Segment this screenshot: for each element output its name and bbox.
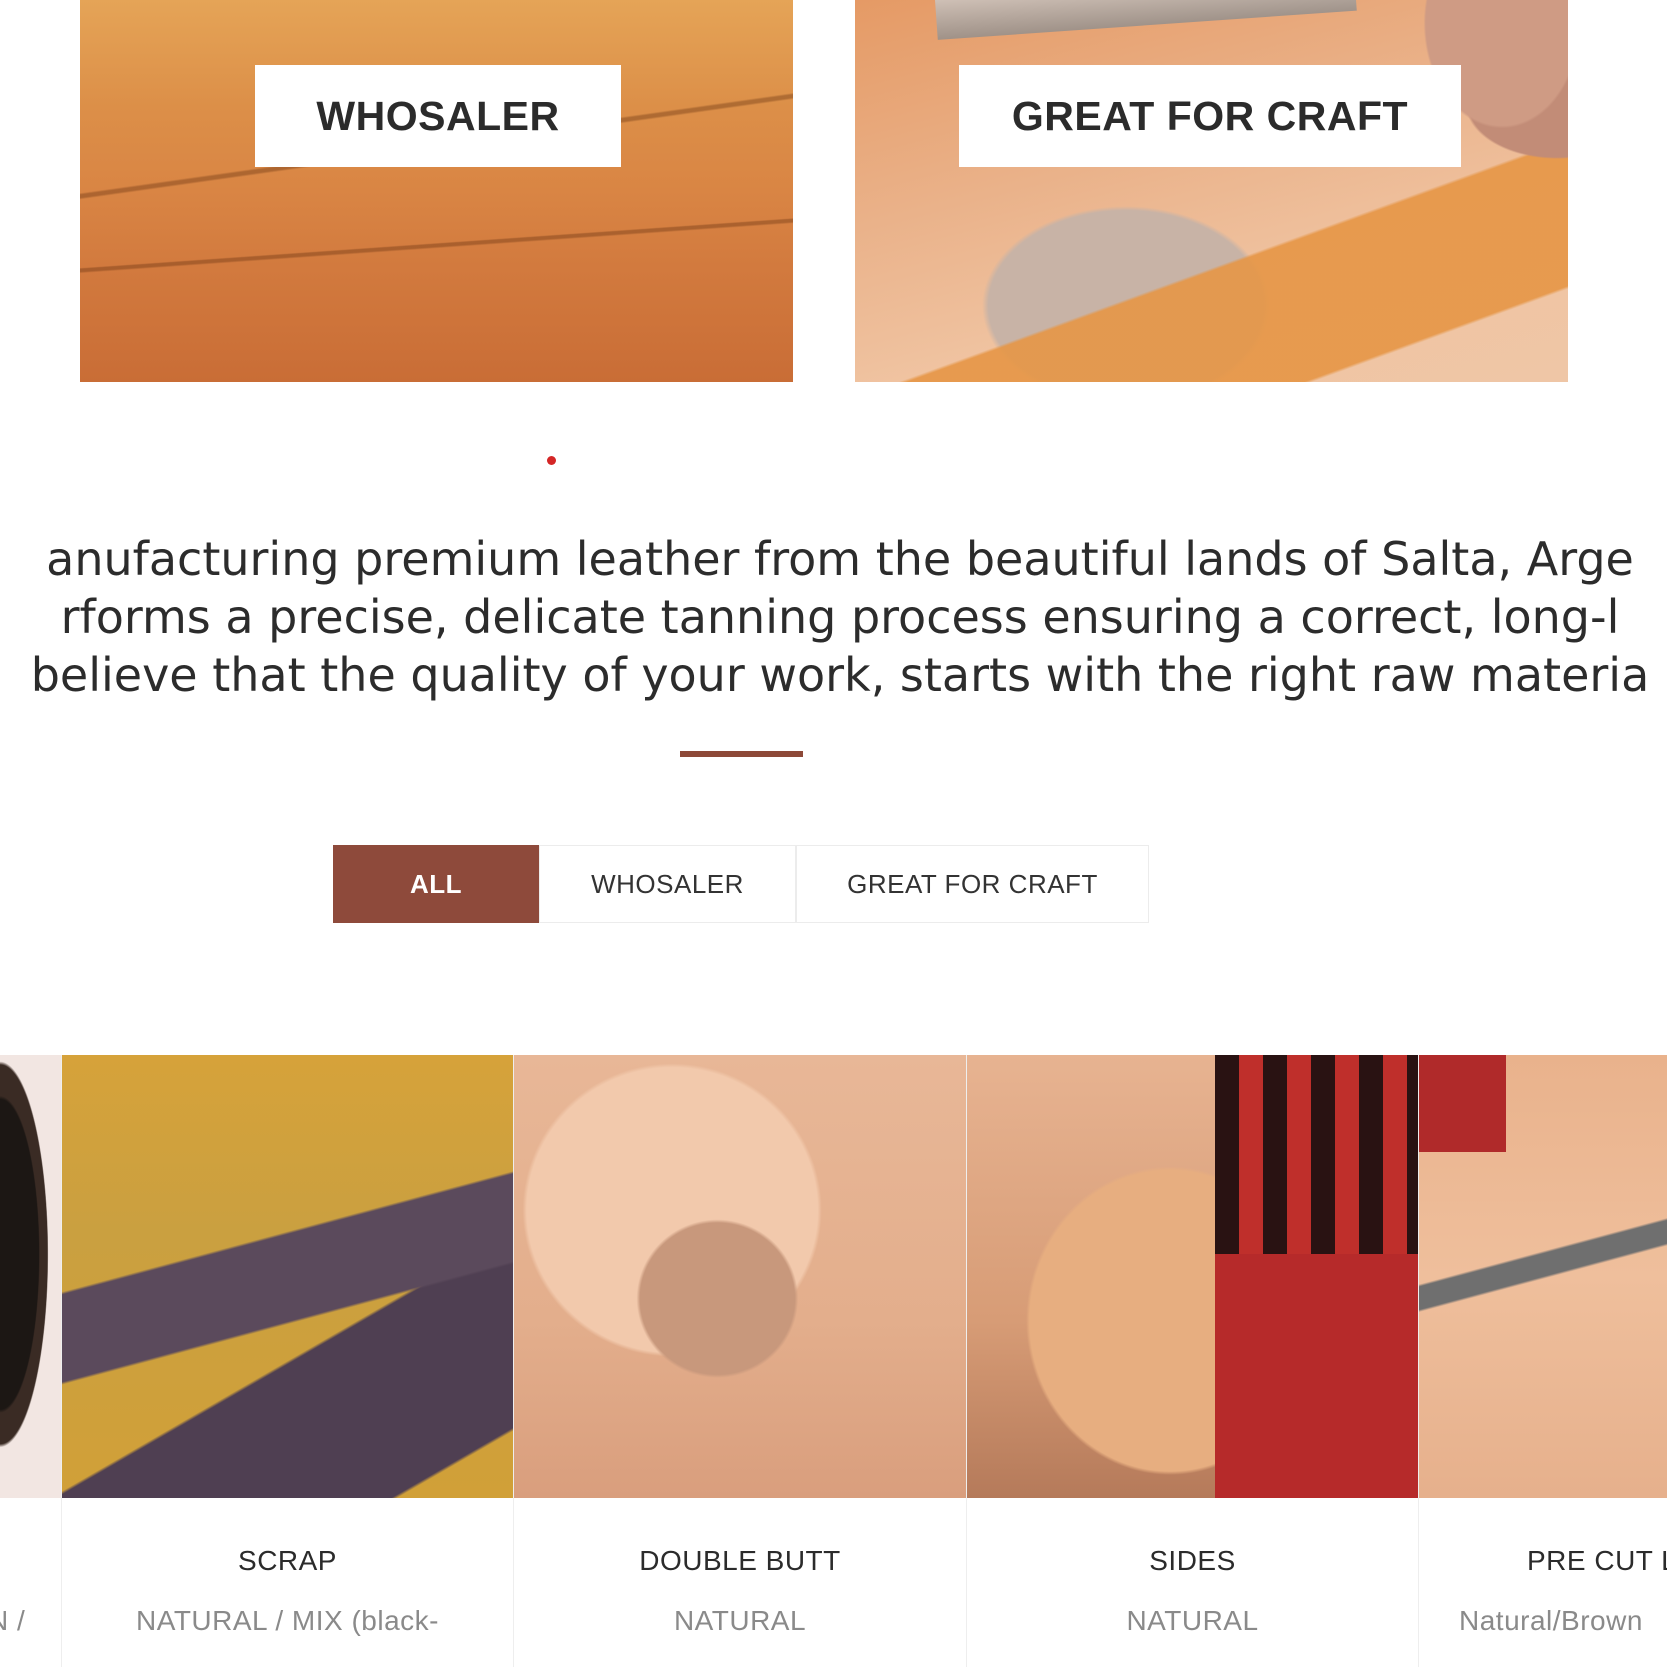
product-card-double-butt[interactable]: DOUBLE BUTT NATURAL [514, 1055, 967, 1667]
product-card-sides[interactable]: SIDES NATURAL [967, 1055, 1419, 1667]
banner-whosaler[interactable]: WHOSALER [80, 0, 793, 382]
intro-text: anufacturing premium leather from the be… [0, 530, 1667, 704]
filter-whosaler-button[interactable]: WHOSALER [539, 845, 796, 923]
intro-line-2: rforms a precise, delicate tanning proce… [60, 590, 1620, 644]
intro-line-3: believe that the quality of your work, s… [30, 648, 1650, 702]
product-card-pre-cut[interactable]: PRE CUT LI Natural/Brown [1419, 1055, 1667, 1667]
product-subtitle-sides: NATURAL [1126, 1605, 1259, 1636]
banner-whosaler-label: WHOSALER [255, 65, 621, 167]
carousel-dot[interactable] [547, 456, 556, 465]
product-image-double-butt[interactable] [514, 1055, 966, 1498]
product-image-pre-cut[interactable] [1419, 1055, 1667, 1498]
product-card[interactable]: N / [0, 1055, 62, 1667]
product-name-sides[interactable]: SIDES [967, 1545, 1418, 1577]
product-image-sides[interactable] [967, 1055, 1418, 1498]
banner-great-for-craft-label: GREAT FOR CRAFT [959, 65, 1461, 167]
filter-great-for-craft-button[interactable]: GREAT FOR CRAFT [796, 845, 1149, 923]
product-subtitle-pre-cut: Natural/Brown [1459, 1605, 1643, 1636]
product-subtitle-double-butt: NATURAL [673, 1605, 807, 1636]
category-filters: ALL WHOSALER GREAT FOR CRAFT [333, 845, 1149, 923]
product-subtitle-scrap: NATURAL / MIX (black- [136, 1605, 439, 1636]
product-image-scrap[interactable] [62, 1055, 513, 1498]
intro-line-1: anufacturing premium leather from the be… [46, 532, 1634, 586]
filter-all-button[interactable]: ALL [333, 845, 539, 923]
product-image[interactable] [0, 1055, 61, 1498]
product-name-scrap[interactable]: SCRAP [62, 1545, 513, 1577]
ruler-image [935, 0, 1357, 40]
product-card-scrap[interactable]: SCRAP NATURAL / MIX (black- [62, 1055, 514, 1667]
banner-great-for-craft[interactable]: GREAT FOR CRAFT [855, 0, 1568, 382]
section-divider [680, 751, 803, 757]
product-subtitle: N / [0, 1605, 26, 1636]
product-name-double-butt[interactable]: DOUBLE BUTT [514, 1545, 966, 1577]
product-name-pre-cut[interactable]: PRE CUT LI [1527, 1545, 1667, 1577]
product-grid: N / SCRAP NATURAL / MIX (black- DOUBLE B… [0, 1055, 1667, 1667]
